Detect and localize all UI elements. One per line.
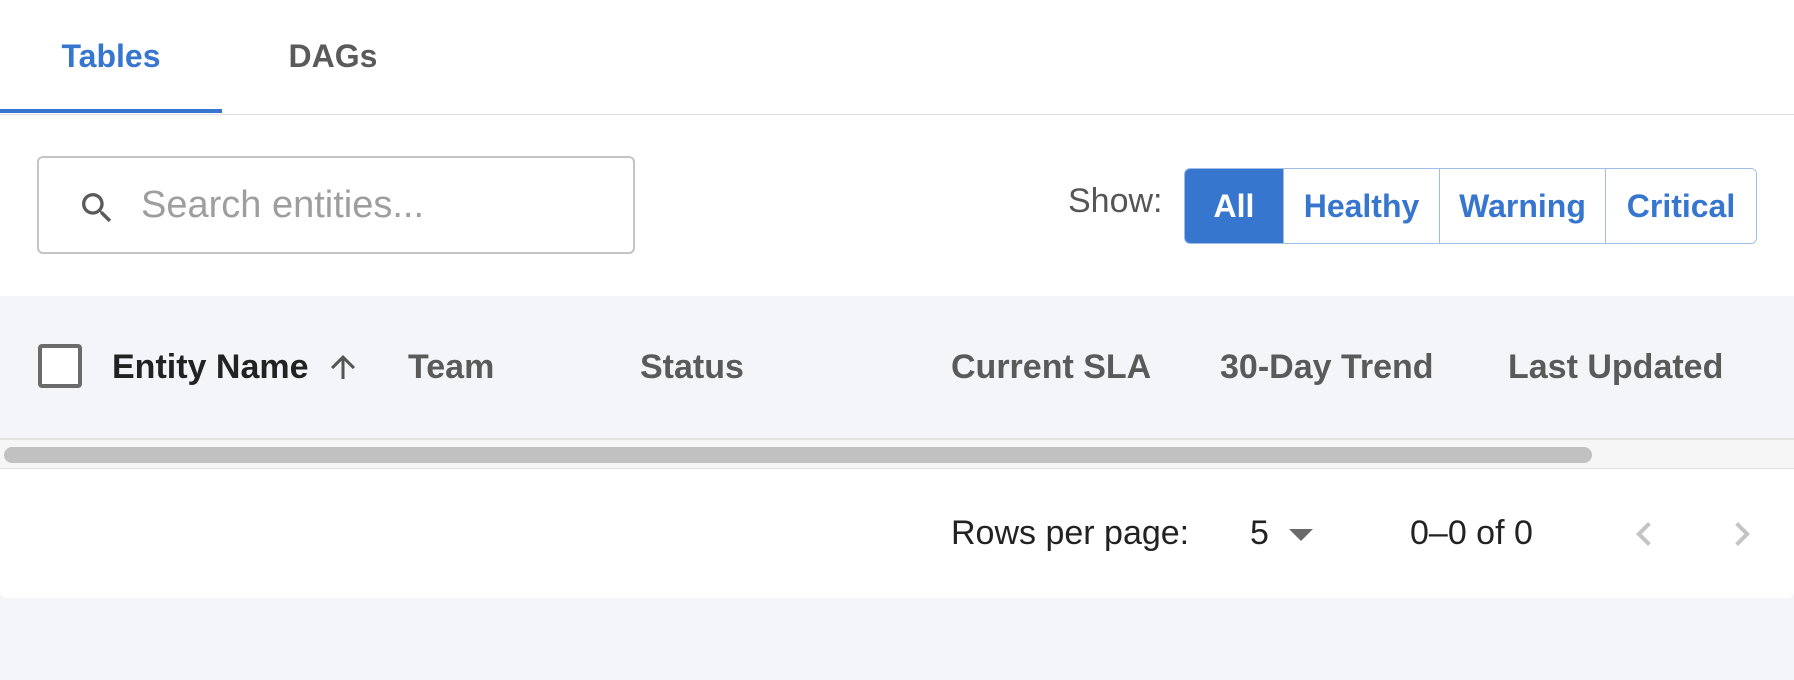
pagination-range: 0–0 of 0: [1410, 514, 1533, 552]
column-header-current-sla[interactable]: Current SLA: [951, 296, 1151, 438]
chevron-right-icon[interactable]: [1718, 510, 1766, 558]
rows-per-page-value: 5: [1250, 513, 1269, 552]
column-header-entity-name[interactable]: Entity Name: [112, 296, 361, 438]
filter-warning-button[interactable]: Warning: [1440, 169, 1606, 243]
filter-critical-button[interactable]: Critical: [1606, 169, 1756, 243]
tab-bar: Tables DAGs: [0, 0, 1794, 115]
rows-per-page-label: Rows per page:: [951, 514, 1190, 552]
status-filter-group: All Healthy Warning Critical: [1184, 168, 1757, 244]
tab-tables[interactable]: Tables: [0, 0, 222, 112]
column-header-status[interactable]: Status: [640, 296, 744, 438]
filter-all-button[interactable]: All: [1185, 169, 1284, 243]
horizontal-scrollbar[interactable]: [0, 440, 1794, 469]
caret-down-icon: [1288, 529, 1313, 541]
chevron-left-icon[interactable]: [1620, 510, 1668, 558]
filter-healthy-button[interactable]: Healthy: [1284, 169, 1440, 243]
search-input[interactable]: [141, 174, 611, 236]
search-icon: [82, 193, 112, 223]
sla-entities-panel: Tables DAGs Show: All Healthy Warning Cr…: [0, 0, 1794, 598]
column-header-label: Entity Name: [112, 347, 309, 386]
search-box: [37, 156, 635, 254]
rows-per-page-select[interactable]: 5: [1250, 508, 1313, 558]
table-header: Entity Name Team Status Current SLA 30-D…: [0, 296, 1794, 440]
active-tab-indicator: [0, 109, 222, 113]
tab-dags[interactable]: DAGs: [222, 0, 444, 112]
column-header-team[interactable]: Team: [408, 296, 494, 438]
column-header-30-day-trend[interactable]: 30-Day Trend: [1220, 296, 1434, 438]
filter-label: Show:: [1068, 182, 1163, 220]
select-all-checkbox[interactable]: [38, 344, 82, 388]
scrollbar-thumb[interactable]: [4, 447, 1592, 463]
arrow-up-icon: [330, 355, 355, 379]
column-header-last-updated[interactable]: Last Updated: [1508, 296, 1723, 438]
